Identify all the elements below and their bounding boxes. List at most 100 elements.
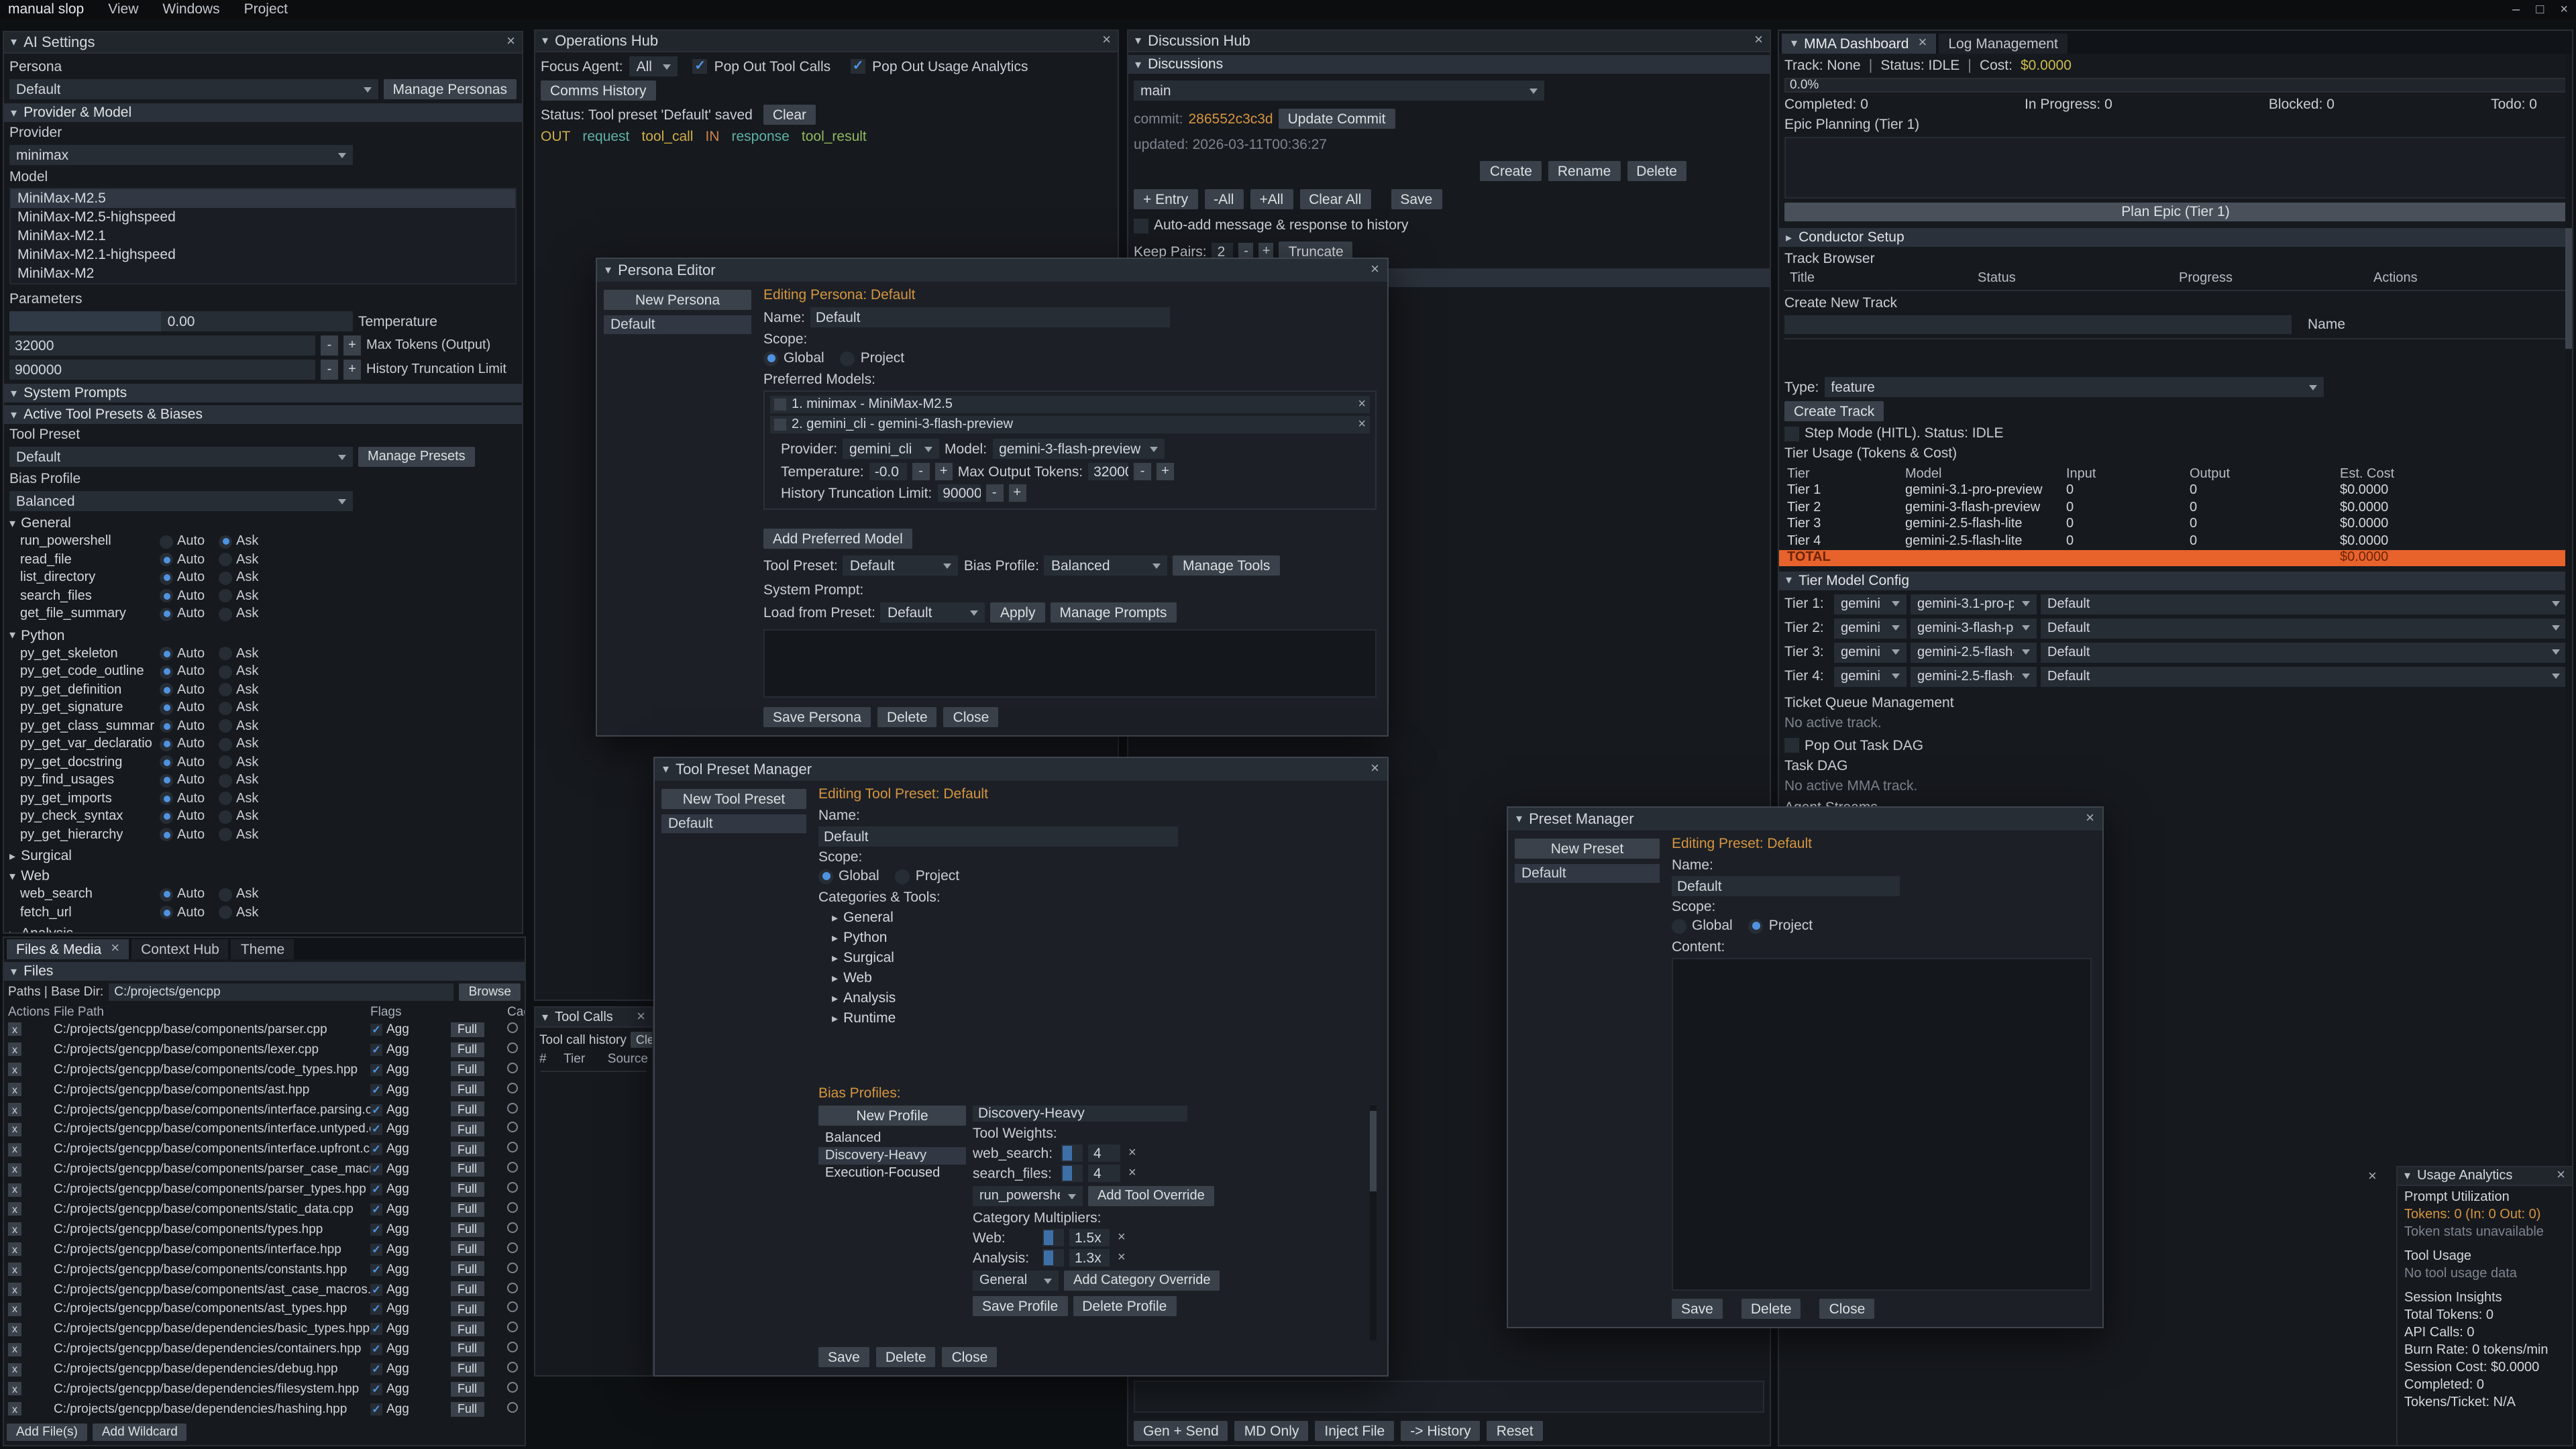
delete-preset-button[interactable]: Delete: [876, 1347, 936, 1367]
full-button[interactable]: Full: [451, 1362, 484, 1377]
manage-prompts-button[interactable]: Manage Prompts: [1050, 602, 1176, 623]
category-header[interactable]: Python: [9, 627, 517, 643]
agg-checkbox[interactable]: [370, 1343, 382, 1355]
agg-checkbox[interactable]: [370, 1363, 382, 1375]
remove-file-button[interactable]: x: [8, 1163, 21, 1176]
tier-model-dropdown[interactable]: gemini-3-flash-preview: [1911, 618, 2037, 638]
model-option[interactable]: MiniMax-M2.1: [11, 227, 515, 246]
remove-file-button[interactable]: x: [8, 1083, 21, 1096]
remove-file-button[interactable]: x: [8, 1403, 21, 1416]
auto-radio[interactable]: Auto: [160, 906, 219, 920]
ask-radio[interactable]: Ask: [219, 792, 275, 806]
plan-epic-button[interactable]: Plan Epic (Tier 1): [1784, 203, 2567, 221]
discussions-section[interactable]: Discussions: [1128, 55, 1770, 74]
provider-dropdown[interactable]: gemini_cli: [843, 439, 939, 459]
discussion-manage-button[interactable]: Create: [1481, 161, 1542, 181]
discussion-dropdown[interactable]: main: [1134, 80, 1544, 101]
full-button[interactable]: Full: [451, 1262, 484, 1277]
agg-checkbox[interactable]: [370, 1243, 382, 1255]
model-dropdown[interactable]: gemini-3-flash-preview: [992, 439, 1164, 459]
model-option[interactable]: MiniMax-M2.5: [11, 189, 515, 208]
menu-item[interactable]: Project: [244, 1, 288, 17]
tier-preset-dropdown[interactable]: Default: [2041, 594, 2567, 614]
persona-dropdown[interactable]: Default: [9, 79, 378, 99]
persona-editor-header[interactable]: Persona Editor ×: [597, 259, 1387, 282]
ask-radio[interactable]: Ask: [219, 607, 275, 622]
auto-radio[interactable]: Auto: [160, 571, 219, 586]
agg-checkbox[interactable]: [370, 1303, 382, 1316]
remove-file-button[interactable]: x: [8, 1043, 21, 1057]
auto-radio[interactable]: Auto: [160, 701, 219, 716]
increment-button[interactable]: +: [343, 360, 361, 380]
close-icon[interactable]: ×: [1371, 263, 1379, 278]
remove-multiplier-icon[interactable]: ×: [1118, 1230, 1126, 1245]
bias-profile-item[interactable]: Execution-Focused: [818, 1165, 966, 1182]
new-persona-button[interactable]: New Persona: [604, 290, 751, 310]
model-option[interactable]: MiniMax-M2: [11, 264, 515, 283]
agg-checkbox[interactable]: [370, 1044, 382, 1056]
close-icon[interactable]: ×: [2560, 2, 2568, 17]
remove-multiplier-icon[interactable]: ×: [1118, 1250, 1126, 1265]
agg-checkbox[interactable]: [370, 1124, 382, 1136]
system-prompts-section[interactable]: System Prompts: [4, 384, 522, 402]
message-input[interactable]: [1134, 1381, 1764, 1413]
step-mode-checkbox[interactable]: [1784, 426, 1799, 441]
close-icon[interactable]: ×: [111, 942, 119, 957]
full-button[interactable]: Full: [451, 1082, 484, 1097]
add-tool-override-button[interactable]: Add Tool Override: [1088, 1186, 1214, 1206]
composer-button[interactable]: Inject File: [1315, 1421, 1394, 1441]
remove-file-button[interactable]: x: [8, 1223, 21, 1236]
auto-radio[interactable]: Auto: [160, 535, 219, 549]
tier-preset-dropdown[interactable]: Default: [2041, 666, 2567, 686]
tier-provider-dropdown[interactable]: gemini: [1834, 642, 1907, 662]
full-button[interactable]: Full: [451, 1142, 484, 1157]
ask-radio[interactable]: Ask: [219, 888, 275, 902]
remove-weight-icon[interactable]: ×: [1128, 1166, 1136, 1181]
agg-checkbox[interactable]: [370, 1224, 382, 1236]
preset-name-input[interactable]: Default: [1672, 876, 1900, 896]
screenshots-section[interactable]: Screenshots: [4, 1445, 525, 1446]
weight-slider[interactable]: [1061, 1165, 1083, 1182]
tier-provider-dropdown[interactable]: gemini: [1834, 618, 1907, 638]
remove-file-button[interactable]: x: [8, 1242, 21, 1256]
auto-radio[interactable]: Auto: [160, 792, 219, 806]
scope-global-radio[interactable]: [763, 351, 778, 366]
full-button[interactable]: Full: [451, 1201, 484, 1216]
scope-project-radio[interactable]: [1749, 918, 1764, 933]
agg-checkbox[interactable]: [370, 1203, 382, 1216]
tool-preset-dropdown[interactable]: Default: [9, 447, 353, 467]
full-button[interactable]: Full: [451, 1122, 484, 1136]
multiplier-value-input[interactable]: 1.5x: [1069, 1229, 1110, 1246]
remove-model-icon[interactable]: ×: [1358, 398, 1366, 411]
apply-button[interactable]: Apply: [991, 602, 1045, 623]
manage-personas-button[interactable]: Manage Personas: [384, 79, 517, 99]
scrollbar[interactable]: [1370, 1106, 1377, 1340]
category-node[interactable]: Analysis: [832, 990, 1377, 1006]
full-button[interactable]: Full: [451, 1182, 484, 1197]
agg-checkbox[interactable]: [370, 1163, 382, 1175]
update-commit-button[interactable]: Update Commit: [1279, 109, 1395, 129]
auto-radio[interactable]: Auto: [160, 755, 219, 770]
tier-model-dropdown[interactable]: gemini-2.5-flash-lite: [1911, 666, 2037, 686]
remove-file-button[interactable]: x: [8, 1342, 21, 1356]
menu-item[interactable]: Windows: [162, 1, 219, 17]
tier-provider-dropdown[interactable]: gemini: [1834, 666, 1907, 686]
category-node[interactable]: General: [832, 910, 1377, 926]
full-button[interactable]: Full: [451, 1381, 484, 1396]
ask-radio[interactable]: Ask: [219, 828, 275, 843]
auto-radio[interactable]: Auto: [160, 647, 219, 661]
clear-history-button[interactable]: Clear: [631, 1032, 653, 1048]
full-button[interactable]: Full: [451, 1242, 484, 1256]
base-dir-input[interactable]: C:/projects/gencpp: [109, 983, 453, 1001]
temperature-input[interactable]: -0.0: [869, 463, 907, 480]
remove-file-button[interactable]: x: [8, 1143, 21, 1157]
max-output-tokens-input[interactable]: 32000: [1088, 463, 1128, 480]
discussion-hub-header[interactable]: Discussion Hub ×: [1128, 31, 1770, 52]
auto-radio[interactable]: Auto: [160, 589, 219, 604]
auto-radio[interactable]: Auto: [160, 719, 219, 734]
delete-profile-button[interactable]: Delete Profile: [1073, 1296, 1176, 1316]
category-header[interactable]: Analysis: [9, 926, 517, 934]
maximize-icon[interactable]: □: [2536, 2, 2544, 17]
composer-button[interactable]: Reset: [1487, 1421, 1543, 1441]
new-profile-button[interactable]: New Profile: [818, 1106, 966, 1126]
